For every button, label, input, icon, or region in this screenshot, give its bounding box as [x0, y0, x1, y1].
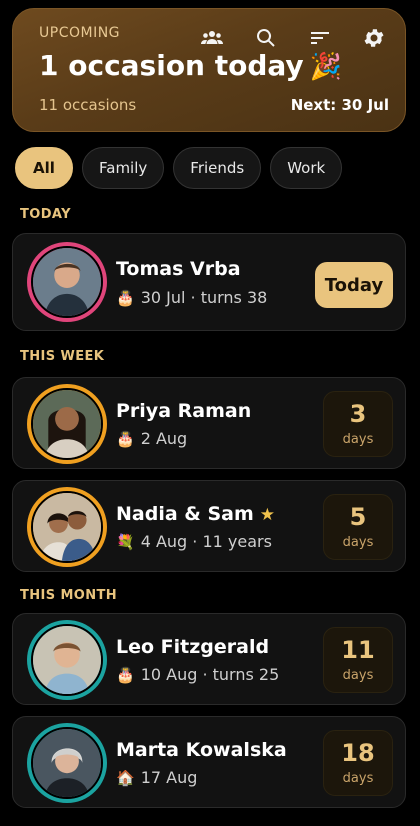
birthday-cake-icon: 🎂 — [116, 430, 135, 448]
star-icon: ★ — [259, 505, 276, 525]
occasion-card-leo[interactable]: Leo Fitzgerald 🎂 10 Aug · turns 25 11 day… — [12, 613, 406, 705]
occasion-card-nadia-sam[interactable]: Nadia & Sam ★ 💐 4 Aug · 11 years 5 days — [12, 480, 406, 572]
filter-chip-all[interactable]: All — [15, 147, 73, 189]
days-label: days — [342, 667, 374, 683]
gear-icon[interactable] — [357, 21, 391, 55]
avatar — [27, 384, 107, 464]
days-label: days — [342, 431, 374, 447]
avatar — [27, 620, 107, 700]
occasion-meta: 💐 4 Aug · 11 years — [116, 532, 272, 551]
avatar — [27, 242, 107, 322]
contact-name: Marta Kowalska — [116, 739, 287, 761]
avatar — [27, 487, 107, 567]
house-icon: 🏠 — [116, 769, 135, 787]
section-header-today: TODAY — [20, 207, 71, 222]
avatar — [27, 723, 107, 803]
contact-name-text: Nadia & Sam — [116, 503, 254, 525]
page-title: 1 occasion today 🎉 — [39, 49, 342, 82]
occasion-card-priya[interactable]: Priya Raman 🎂 2 Aug 3 days — [12, 377, 406, 469]
birthday-cake-icon: 🎂 — [116, 666, 135, 684]
days-number: 11 — [341, 636, 375, 665]
contact-name: Priya Raman — [116, 400, 252, 422]
days-countdown: 11 days — [323, 627, 393, 693]
occasion-meta: 🎂 10 Aug · turns 25 — [116, 665, 279, 684]
contact-name: Nadia & Sam ★ — [116, 503, 275, 525]
occasion-card-marta[interactable]: Marta Kowalska 🏠 17 Aug 18 days — [12, 716, 406, 808]
occasion-count: 11 occasions — [39, 96, 137, 114]
occasion-meta: 🎂 2 Aug — [116, 429, 187, 448]
days-number: 5 — [349, 503, 367, 532]
section-header-this-month: THIS MONTH — [20, 588, 118, 603]
birthday-cake-icon: 🎂 — [116, 289, 135, 307]
occasion-meta: 🎂 30 Jul · turns 38 — [116, 288, 267, 307]
occasion-card-tomas[interactable]: Tomas Vrba 🎂 30 Jul · turns 38 Today — [12, 233, 406, 331]
days-number: 3 — [349, 400, 367, 429]
filter-chip-family[interactable]: Family — [82, 147, 165, 189]
upcoming-label: UPCOMING — [39, 25, 121, 41]
contact-name: Tomas Vrba — [116, 258, 241, 280]
next-occasion-date: Next: 30 Jul — [290, 96, 389, 114]
contact-name: Leo Fitzgerald — [116, 636, 270, 658]
occasion-date: 4 Aug · 11 years — [140, 532, 272, 551]
days-countdown: 18 days — [323, 730, 393, 796]
days-countdown: 3 days — [323, 391, 393, 457]
filter-chips: All Family Friends Work — [15, 147, 343, 189]
filter-chip-work[interactable]: Work — [270, 147, 343, 189]
days-label: days — [342, 534, 374, 550]
days-number: 18 — [341, 739, 375, 768]
days-label: days — [342, 770, 374, 786]
days-countdown: 5 days — [323, 494, 393, 560]
occasion-date: 30 Jul · turns 38 — [140, 288, 268, 307]
upcoming-summary-card: UPCOMING 1 occasion today 🎉 11 occasions … — [12, 8, 406, 132]
title-text: 1 occasion today — [39, 49, 304, 82]
bouquet-icon: 💐 — [116, 533, 135, 551]
occasion-date: 10 Aug · turns 25 — [140, 665, 280, 684]
party-popper-icon: 🎉 — [309, 52, 343, 82]
section-header-this-week: THIS WEEK — [20, 349, 105, 364]
occasion-date: 2 Aug — [140, 429, 188, 448]
occasion-date: 17 Aug — [140, 768, 198, 787]
today-button[interactable]: Today — [315, 262, 393, 308]
filter-chip-friends[interactable]: Friends — [173, 147, 262, 189]
occasion-meta: 🏠 17 Aug — [116, 768, 197, 787]
